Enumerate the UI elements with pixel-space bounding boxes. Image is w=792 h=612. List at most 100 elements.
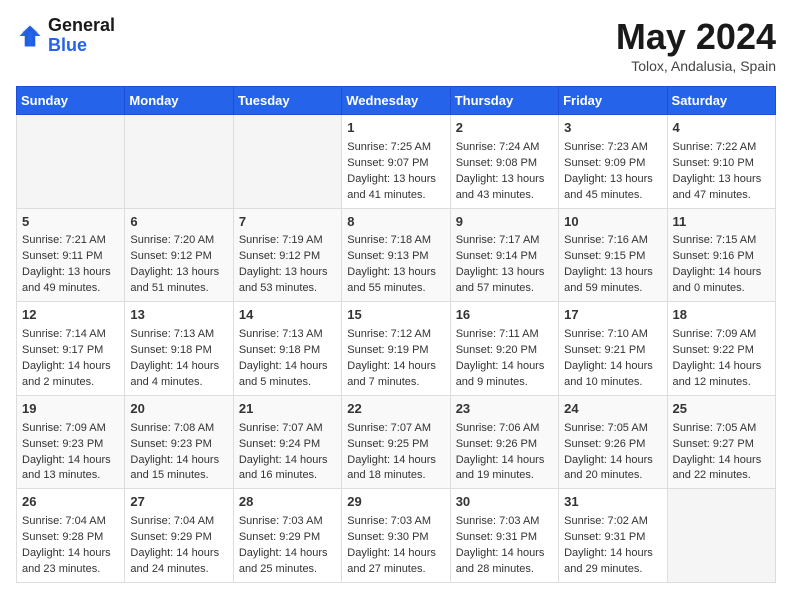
sunrise-text: Sunrise: 7:18 AM: [347, 233, 444, 249]
calendar-cell: 29Sunrise: 7:03 AMSunset: 9:30 PMDayligh…: [342, 489, 450, 583]
calendar-cell: 3Sunrise: 7:23 AMSunset: 9:09 PMDaylight…: [559, 115, 667, 209]
sunset-text: Sunset: 9:19 PM: [347, 343, 444, 359]
daylight-text: Daylight: 14 hours and 19 minutes.: [456, 453, 553, 485]
sunrise-text: Sunrise: 7:13 AM: [130, 327, 227, 343]
cell-content: 13Sunrise: 7:13 AMSunset: 9:18 PMDayligh…: [130, 306, 227, 391]
calendar-week-row: 26Sunrise: 7:04 AMSunset: 9:28 PMDayligh…: [17, 489, 776, 583]
calendar-cell: 23Sunrise: 7:06 AMSunset: 9:26 PMDayligh…: [450, 395, 558, 489]
day-number: 9: [456, 213, 553, 232]
sunset-text: Sunset: 9:22 PM: [673, 343, 770, 359]
day-number: 28: [239, 493, 336, 512]
calendar-cell: 20Sunrise: 7:08 AMSunset: 9:23 PMDayligh…: [125, 395, 233, 489]
daylight-text: Daylight: 13 hours and 51 minutes.: [130, 265, 227, 297]
sunset-text: Sunset: 9:21 PM: [564, 343, 661, 359]
cell-content: 19Sunrise: 7:09 AMSunset: 9:23 PMDayligh…: [22, 400, 119, 485]
day-number: 29: [347, 493, 444, 512]
sunrise-text: Sunrise: 7:03 AM: [347, 514, 444, 530]
calendar-week-row: 12Sunrise: 7:14 AMSunset: 9:17 PMDayligh…: [17, 302, 776, 396]
weekday-header: Friday: [559, 87, 667, 115]
daylight-text: Daylight: 14 hours and 20 minutes.: [564, 453, 661, 485]
sunset-text: Sunset: 9:12 PM: [239, 249, 336, 265]
daylight-text: Daylight: 14 hours and 27 minutes.: [347, 546, 444, 578]
calendar-cell: 22Sunrise: 7:07 AMSunset: 9:25 PMDayligh…: [342, 395, 450, 489]
daylight-text: Daylight: 14 hours and 29 minutes.: [564, 546, 661, 578]
sunrise-text: Sunrise: 7:06 AM: [456, 421, 553, 437]
day-number: 25: [673, 400, 770, 419]
sunset-text: Sunset: 9:23 PM: [22, 437, 119, 453]
daylight-text: Daylight: 14 hours and 28 minutes.: [456, 546, 553, 578]
day-number: 2: [456, 119, 553, 138]
calendar-cell: 7Sunrise: 7:19 AMSunset: 9:12 PMDaylight…: [233, 208, 341, 302]
sunset-text: Sunset: 9:11 PM: [22, 249, 119, 265]
cell-content: 22Sunrise: 7:07 AMSunset: 9:25 PMDayligh…: [347, 400, 444, 485]
calendar-cell: 30Sunrise: 7:03 AMSunset: 9:31 PMDayligh…: [450, 489, 558, 583]
cell-content: 4Sunrise: 7:22 AMSunset: 9:10 PMDaylight…: [673, 119, 770, 204]
daylight-text: Daylight: 14 hours and 7 minutes.: [347, 359, 444, 391]
day-number: 6: [130, 213, 227, 232]
sunset-text: Sunset: 9:24 PM: [239, 437, 336, 453]
calendar-cell: 1Sunrise: 7:25 AMSunset: 9:07 PMDaylight…: [342, 115, 450, 209]
weekday-header: Monday: [125, 87, 233, 115]
day-number: 10: [564, 213, 661, 232]
sunrise-text: Sunrise: 7:14 AM: [22, 327, 119, 343]
daylight-text: Daylight: 13 hours and 53 minutes.: [239, 265, 336, 297]
sunrise-text: Sunrise: 7:22 AM: [673, 140, 770, 156]
calendar-cell: 4Sunrise: 7:22 AMSunset: 9:10 PMDaylight…: [667, 115, 775, 209]
calendar-cell: 15Sunrise: 7:12 AMSunset: 9:19 PMDayligh…: [342, 302, 450, 396]
cell-content: 21Sunrise: 7:07 AMSunset: 9:24 PMDayligh…: [239, 400, 336, 485]
sunrise-text: Sunrise: 7:13 AM: [239, 327, 336, 343]
cell-content: 25Sunrise: 7:05 AMSunset: 9:27 PMDayligh…: [673, 400, 770, 485]
daylight-text: Daylight: 14 hours and 16 minutes.: [239, 453, 336, 485]
sunset-text: Sunset: 9:20 PM: [456, 343, 553, 359]
sunset-text: Sunset: 9:16 PM: [673, 249, 770, 265]
calendar-cell: 28Sunrise: 7:03 AMSunset: 9:29 PMDayligh…: [233, 489, 341, 583]
sunrise-text: Sunrise: 7:20 AM: [130, 233, 227, 249]
calendar-cell: 6Sunrise: 7:20 AMSunset: 9:12 PMDaylight…: [125, 208, 233, 302]
sunrise-text: Sunrise: 7:17 AM: [456, 233, 553, 249]
calendar-cell: 26Sunrise: 7:04 AMSunset: 9:28 PMDayligh…: [17, 489, 125, 583]
daylight-text: Daylight: 14 hours and 24 minutes.: [130, 546, 227, 578]
daylight-text: Daylight: 13 hours and 41 minutes.: [347, 172, 444, 204]
weekday-header: Thursday: [450, 87, 558, 115]
sunrise-text: Sunrise: 7:11 AM: [456, 327, 553, 343]
calendar-cell: 10Sunrise: 7:16 AMSunset: 9:15 PMDayligh…: [559, 208, 667, 302]
cell-content: 27Sunrise: 7:04 AMSunset: 9:29 PMDayligh…: [130, 493, 227, 578]
sunset-text: Sunset: 9:18 PM: [239, 343, 336, 359]
calendar-cell: 2Sunrise: 7:24 AMSunset: 9:08 PMDaylight…: [450, 115, 558, 209]
sunrise-text: Sunrise: 7:05 AM: [564, 421, 661, 437]
day-number: 30: [456, 493, 553, 512]
calendar-cell: 13Sunrise: 7:13 AMSunset: 9:18 PMDayligh…: [125, 302, 233, 396]
sunset-text: Sunset: 9:17 PM: [22, 343, 119, 359]
sunset-text: Sunset: 9:09 PM: [564, 156, 661, 172]
page-header: General Blue May 2024 Tolox, Andalusia, …: [16, 16, 776, 74]
sunrise-text: Sunrise: 7:10 AM: [564, 327, 661, 343]
day-number: 20: [130, 400, 227, 419]
day-number: 1: [347, 119, 444, 138]
sunset-text: Sunset: 9:10 PM: [673, 156, 770, 172]
daylight-text: Daylight: 13 hours and 49 minutes.: [22, 265, 119, 297]
daylight-text: Daylight: 14 hours and 23 minutes.: [22, 546, 119, 578]
cell-content: 30Sunrise: 7:03 AMSunset: 9:31 PMDayligh…: [456, 493, 553, 578]
sunset-text: Sunset: 9:29 PM: [239, 530, 336, 546]
cell-content: 2Sunrise: 7:24 AMSunset: 9:08 PMDaylight…: [456, 119, 553, 204]
daylight-text: Daylight: 14 hours and 10 minutes.: [564, 359, 661, 391]
month-title: May 2024: [616, 16, 776, 58]
calendar-week-row: 1Sunrise: 7:25 AMSunset: 9:07 PMDaylight…: [17, 115, 776, 209]
location: Tolox, Andalusia, Spain: [616, 58, 776, 74]
cell-content: 8Sunrise: 7:18 AMSunset: 9:13 PMDaylight…: [347, 213, 444, 298]
calendar-cell: 19Sunrise: 7:09 AMSunset: 9:23 PMDayligh…: [17, 395, 125, 489]
daylight-text: Daylight: 14 hours and 13 minutes.: [22, 453, 119, 485]
cell-content: 5Sunrise: 7:21 AMSunset: 9:11 PMDaylight…: [22, 213, 119, 298]
day-number: 23: [456, 400, 553, 419]
cell-content: 28Sunrise: 7:03 AMSunset: 9:29 PMDayligh…: [239, 493, 336, 578]
daylight-text: Daylight: 14 hours and 5 minutes.: [239, 359, 336, 391]
daylight-text: Daylight: 14 hours and 2 minutes.: [22, 359, 119, 391]
sunrise-text: Sunrise: 7:04 AM: [22, 514, 119, 530]
cell-content: 26Sunrise: 7:04 AMSunset: 9:28 PMDayligh…: [22, 493, 119, 578]
day-number: 11: [673, 213, 770, 232]
calendar-cell: 17Sunrise: 7:10 AMSunset: 9:21 PMDayligh…: [559, 302, 667, 396]
cell-content: 9Sunrise: 7:17 AMSunset: 9:14 PMDaylight…: [456, 213, 553, 298]
day-number: 21: [239, 400, 336, 419]
sunrise-text: Sunrise: 7:08 AM: [130, 421, 227, 437]
sunset-text: Sunset: 9:07 PM: [347, 156, 444, 172]
